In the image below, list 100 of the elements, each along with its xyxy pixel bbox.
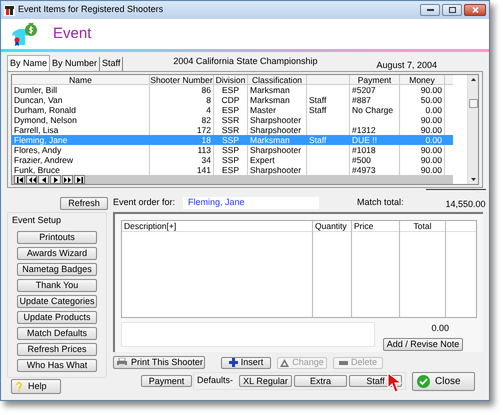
table-cell: 0.00 <box>425 105 442 115</box>
table-cell: #500 <box>352 155 371 165</box>
table-cell: Dymond, Nelson <box>14 115 77 125</box>
group-title: Event Setup <box>12 214 62 227</box>
table-cell: Marksman <box>250 135 290 145</box>
first-icon <box>16 176 24 184</box>
navigator-button[interactable] <box>38 175 49 184</box>
table-cell: DUE !! <box>352 135 378 145</box>
table-cell: Staff <box>309 95 326 105</box>
scrollbar[interactable] <box>467 75 478 184</box>
minus-icon <box>338 360 348 364</box>
table-cell: Sharpshooter <box>250 145 302 155</box>
column-header[interactable]: Payment <box>358 75 392 85</box>
table-row[interactable]: Flores, Andy 113 SSP Sharpshooter #1018 90.00 <box>12 145 453 155</box>
table-cell: Flores, Andy <box>14 145 62 155</box>
table-cell: 82 <box>202 115 211 125</box>
table-cell: Marksman <box>250 85 290 95</box>
match-total-value: 14,550.00 <box>446 198 486 208</box>
table-cell: Duncan, Van <box>14 95 63 105</box>
navigator-button[interactable] <box>62 175 73 184</box>
items-total: 0.00 <box>431 322 449 335</box>
table-cell: SSR <box>222 115 240 125</box>
setup-button[interactable]: Update Products <box>17 310 97 324</box>
close-window-button[interactable] <box>464 4 486 16</box>
column-header[interactable]: Price <box>354 221 374 232</box>
column-header[interactable]: Total <box>414 221 432 232</box>
refresh-button[interactable]: Refresh <box>60 196 108 210</box>
setup-button[interactable]: Who Has What <box>17 358 97 372</box>
help-button[interactable]: Help <box>11 379 61 394</box>
setup-button[interactable]: Printouts <box>17 230 97 244</box>
table-cell: Expert <box>250 155 275 165</box>
table-cell: SSP <box>222 155 239 165</box>
table-cell: 90.00 <box>420 155 442 165</box>
table-row[interactable]: Dumler, Bill 86 ESP Marksman #5207 90.00 <box>12 85 453 95</box>
action-button[interactable]: Insert <box>221 356 271 368</box>
setup-button[interactable]: Match Defaults <box>17 326 97 340</box>
navigator-button[interactable] <box>74 175 85 184</box>
scroll-thumb[interactable] <box>468 99 478 108</box>
table-cell: 90.00 <box>420 145 442 155</box>
table-cell: ESP <box>222 85 239 95</box>
next-icon <box>52 176 60 184</box>
setup-button[interactable]: Thank You <box>17 278 97 292</box>
table-row[interactable]: Durham, Ronald 4 ESP Master Staff No Charge 0.00 <box>12 105 453 115</box>
table-cell: #4973 <box>352 165 376 175</box>
navigator-button[interactable] <box>26 175 37 184</box>
table-cell: #1018 <box>352 145 376 155</box>
maximize-button[interactable] <box>442 4 462 16</box>
navigator-button[interactable] <box>50 175 61 184</box>
setup-button[interactable]: Update Categories <box>17 294 97 308</box>
add-revise-note-button[interactable]: Add / Revise Note <box>383 338 463 350</box>
table-cell: Master <box>250 105 276 115</box>
table-row[interactable]: Dymond, Nelson 82 SSR Sharpshooter 90.00 <box>12 115 453 125</box>
table-cell: 172 <box>196 125 211 135</box>
scroll-down-icon <box>470 178 476 181</box>
defaults-label: Defaults- <box>197 374 234 388</box>
column-header[interactable]: Division <box>216 75 246 85</box>
table-cell: 34 <box>202 155 211 165</box>
table-cell: Sharpshooter <box>250 165 302 175</box>
minimize-icon <box>426 9 434 11</box>
scroll-up-icon <box>470 78 476 81</box>
print-shooter-button[interactable]: Print This Shooter <box>113 356 205 369</box>
column-header[interactable]: Name <box>69 75 92 85</box>
navigator-button[interactable] <box>14 175 25 184</box>
column-header[interactable]: Description[+] <box>124 221 176 232</box>
column-header[interactable]: Shooter Number <box>150 75 213 85</box>
setup-button[interactable]: Nametag Badges <box>17 262 97 276</box>
tab[interactable]: By Number <box>50 57 100 71</box>
close-icon <box>472 7 478 13</box>
plus-icon <box>228 358 238 367</box>
question-mark-icon <box>16 382 22 392</box>
table-row[interactable]: Frazier, Andrew 34 SSP Expert #500 90.00 <box>12 155 453 165</box>
check-icon <box>417 375 430 388</box>
table-cell: SSP <box>222 145 239 155</box>
table-cell: 113 <box>197 145 211 155</box>
table-cell: Funk, Bruce <box>14 165 60 175</box>
column-header[interactable]: Money <box>409 75 435 85</box>
setup-button[interactable]: Awards Wizard <box>17 246 97 260</box>
table-cell: Sharpshooter <box>250 115 302 125</box>
table-cell: 0.00 <box>425 135 442 145</box>
app-icon <box>4 4 15 16</box>
tab[interactable]: Staff <box>100 57 124 71</box>
table-cell: #1312 <box>352 125 376 135</box>
tab[interactable]: By Name <box>7 55 50 71</box>
event-name: 2004 California State Championship <box>173 54 318 68</box>
table-cell: Staff <box>309 135 326 145</box>
default-button[interactable]: Extra <box>294 375 348 387</box>
column-header[interactable]: Classification <box>252 75 302 85</box>
setup-button[interactable]: Refresh Prices <box>17 342 97 356</box>
table-cell: Fleming, Jane <box>14 135 68 145</box>
default-button[interactable]: XL Regular <box>239 375 292 387</box>
table-cell: SSR <box>222 125 240 135</box>
table-row[interactable]: Duncan, Van 8 CDP Marksman Staff #887 50.00 <box>12 95 453 105</box>
table-cell: 90.00 <box>420 165 442 175</box>
note-field[interactable] <box>121 322 375 347</box>
maximize-icon <box>448 7 456 13</box>
minimize-button[interactable] <box>420 4 440 16</box>
table-cell: 90.00 <box>420 115 442 125</box>
payment-button[interactable]: Payment <box>141 375 192 387</box>
close-button[interactable]: Close <box>412 372 476 391</box>
column-header[interactable]: Quantity <box>315 221 347 232</box>
